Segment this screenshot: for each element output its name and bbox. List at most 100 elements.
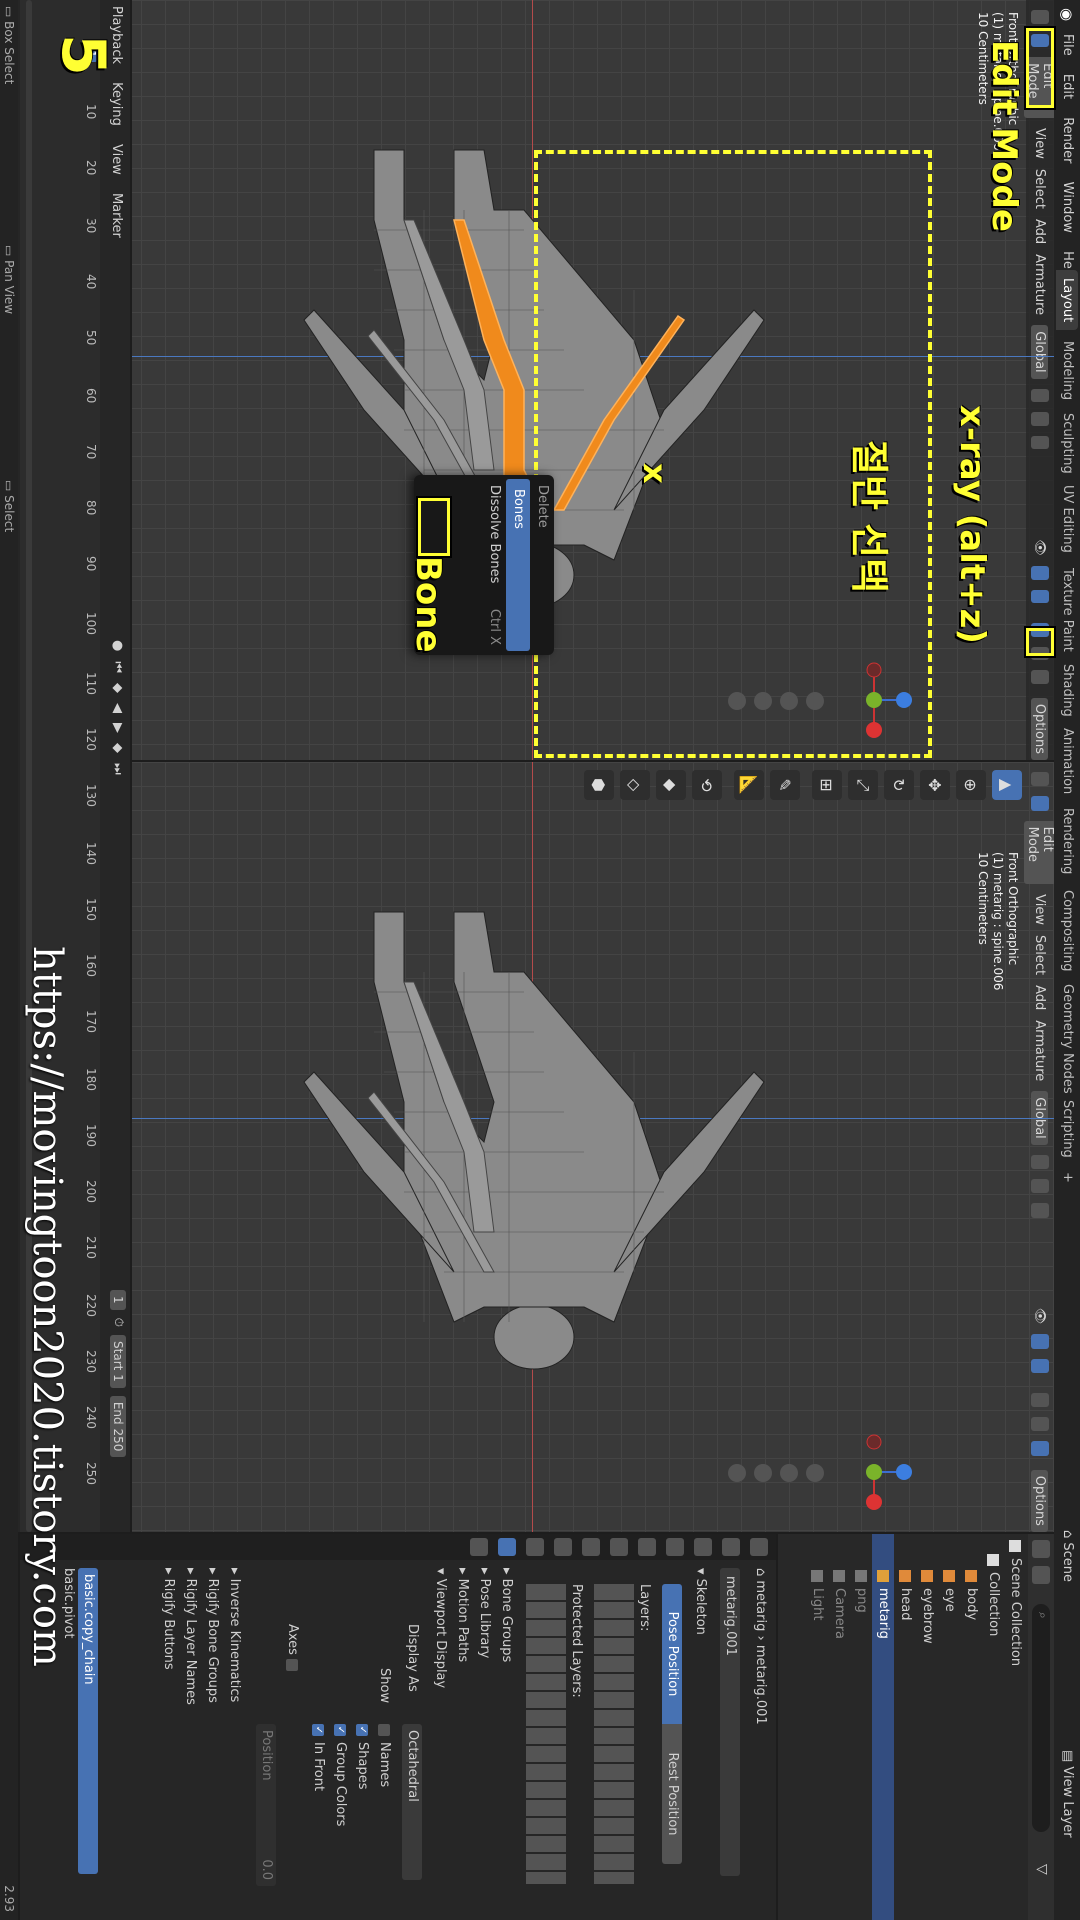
next-key-icon[interactable]: ◆ xyxy=(110,743,125,753)
armature-data-tab-icon[interactable] xyxy=(498,1538,516,1556)
select-menu[interactable]: Select xyxy=(1033,935,1048,975)
add-workspace-button[interactable]: + xyxy=(1056,1164,1078,1191)
tool-tab-icon[interactable] xyxy=(750,1538,768,1556)
rest-position-button[interactable]: Rest Position xyxy=(662,1724,682,1864)
tab-geometry-nodes[interactable]: Geometry Nodes xyxy=(1056,976,1078,1102)
zoom-icon[interactable] xyxy=(806,1464,824,1482)
jump-start-icon[interactable]: ⏮ xyxy=(110,661,125,673)
gizmo-icon[interactable] xyxy=(1031,1334,1049,1349)
shading-solid-icon[interactable] xyxy=(1031,670,1049,684)
tab-modeling[interactable]: Modeling xyxy=(1056,333,1078,408)
display-mode-icon[interactable] xyxy=(1032,1566,1050,1584)
dissolve-bones-item[interactable]: Dissolve Bones Ctrl X xyxy=(482,475,506,655)
object-tab-icon[interactable] xyxy=(582,1538,600,1556)
motion-paths-panel[interactable]: ▸ Motion Paths xyxy=(455,1568,470,1662)
axes-checkbox[interactable]: Axes xyxy=(285,1624,300,1677)
outliner-editor-icon[interactable] xyxy=(1032,1540,1050,1558)
scene-collection-row[interactable]: Scene Collection xyxy=(1004,1534,1026,1920)
tab-compositing[interactable]: Compositing xyxy=(1056,882,1078,980)
bone-envelope-tool[interactable]: ◇ xyxy=(620,770,650,800)
tab-scripting[interactable]: Scripting xyxy=(1056,1092,1078,1166)
gizmo-icon[interactable] xyxy=(1031,565,1049,580)
show-in-front-checkbox[interactable]: ✓ In Front xyxy=(311,1724,326,1791)
outliner-row[interactable]: Collection xyxy=(982,1534,1004,1920)
filter-icon[interactable]: ▽ xyxy=(1034,1864,1050,1875)
view-layer-selector[interactable]: ▤ View Layer xyxy=(1060,1750,1075,1838)
outliner-search-input[interactable]: ⌕ xyxy=(1032,1604,1050,1832)
roll-tool[interactable]: ⟲ xyxy=(692,770,722,800)
skeleton-panel-header[interactable]: ▾ Skeleton xyxy=(693,1568,708,1635)
menu-file[interactable]: File xyxy=(1060,34,1075,56)
select-menu[interactable]: Select xyxy=(1033,169,1048,209)
snap-icon[interactable] xyxy=(1031,412,1049,426)
tab-rendering[interactable]: Rendering xyxy=(1056,800,1078,882)
tab-uv-editing[interactable]: UV Editing xyxy=(1056,477,1078,561)
scale-tool[interactable]: ⤢ xyxy=(848,770,878,800)
mode-selector[interactable]: Edit Mode xyxy=(1024,820,1054,885)
cursor-tool[interactable]: ⊕ xyxy=(956,770,986,800)
timeline-view-menu[interactable]: View xyxy=(109,144,124,175)
transform-orientation[interactable]: Global xyxy=(1031,325,1049,379)
overlay-icon[interactable] xyxy=(1031,1358,1049,1373)
rotate-tool[interactable]: ↻ xyxy=(884,770,914,800)
render-tab-icon[interactable] xyxy=(722,1538,740,1556)
view-menu[interactable]: View xyxy=(1033,894,1048,925)
editor-type-icon[interactable] xyxy=(1031,772,1049,787)
tab-texture-paint[interactable]: Texture Paint xyxy=(1056,560,1078,660)
navigation-gizmo[interactable] xyxy=(834,1432,914,1512)
outliner-row[interactable]: head xyxy=(894,1534,916,1920)
snap-icon[interactable] xyxy=(1031,1179,1049,1194)
protected-layers-grid[interactable] xyxy=(526,1584,566,1884)
position-field[interactable]: Position 0.0 xyxy=(256,1724,276,1886)
outliner-row[interactable]: png xyxy=(850,1534,872,1920)
display-as-select[interactable]: Octahedral xyxy=(402,1724,422,1880)
editor-type-icon[interactable] xyxy=(1031,10,1049,24)
transform-tool[interactable]: ⊞ xyxy=(812,770,842,800)
overlay-icon[interactable] xyxy=(1031,589,1049,604)
outliner-row[interactable]: eyebrow xyxy=(916,1534,938,1920)
outliner-row[interactable]: Light xyxy=(806,1534,828,1920)
outliner-row[interactable]: body xyxy=(960,1534,982,1920)
modifier-tab-icon[interactable] xyxy=(554,1538,572,1556)
tab-animation[interactable]: Animation xyxy=(1056,720,1078,802)
bone-size-tool[interactable]: ◆ xyxy=(656,770,686,800)
marker-menu[interactable]: Marker xyxy=(109,193,124,238)
outliner-row-selected[interactable]: metarig xyxy=(872,1534,894,1920)
menu-edit[interactable]: Edit xyxy=(1060,74,1075,99)
show-group-colors-checkbox[interactable]: ✓ Group Colors xyxy=(333,1724,348,1826)
record-icon[interactable]: ● xyxy=(110,640,125,651)
bone-tab-icon[interactable] xyxy=(470,1538,488,1556)
play-reverse-icon[interactable]: ◀ xyxy=(110,703,125,713)
xray-toggle-icon[interactable] xyxy=(1031,1392,1049,1408)
add-menu[interactable]: Add xyxy=(1033,219,1048,244)
constraint-tab-icon[interactable] xyxy=(526,1538,544,1556)
tab-layout[interactable]: Layout xyxy=(1056,270,1078,331)
inverse-kinematics-panel[interactable]: ▸ Inverse Kinematics xyxy=(227,1568,242,1702)
viewport-right[interactable]: Edit Mode View Select Add Armature Globa… xyxy=(132,762,1054,1532)
shading-solid-icon[interactable] xyxy=(1031,1441,1049,1456)
zoom-icon[interactable] xyxy=(806,692,824,710)
move-tool[interactable]: ✥ xyxy=(920,770,950,800)
shading-wire-icon[interactable] xyxy=(1031,1417,1049,1432)
pivot-icon[interactable] xyxy=(1031,388,1049,403)
ortho-toggle-icon[interactable] xyxy=(728,692,746,710)
rigify-buttons-panel[interactable]: ▸ Rigify Buttons xyxy=(161,1568,176,1670)
armature-menu[interactable]: Armature xyxy=(1033,254,1048,315)
visibility-icon[interactable]: 👁 xyxy=(1033,539,1048,556)
rig-type-item[interactable]: basic.copy_chain xyxy=(78,1568,98,1874)
rigify-layer-names-panel[interactable]: ▸ Rigify Layer Names xyxy=(183,1568,198,1705)
proportional-edit-icon[interactable] xyxy=(1031,1203,1049,1218)
pose-library-panel[interactable]: ▸ Pose Library xyxy=(477,1568,492,1658)
bone-groups-panel[interactable]: ▸ Bone Groups xyxy=(499,1568,514,1662)
select-box-tool[interactable]: ▲ xyxy=(992,770,1022,800)
camera-view-icon[interactable] xyxy=(754,1464,772,1482)
proportional-edit-icon[interactable] xyxy=(1031,435,1049,450)
viewport-left[interactable]: Edit Mode View Select Add Armature Globa… xyxy=(132,0,1054,760)
options-button[interactable]: Options xyxy=(1031,697,1049,760)
pose-position-button[interactable]: Pose Position xyxy=(662,1584,682,1724)
menu-window[interactable]: Window xyxy=(1060,182,1075,233)
camera-view-icon[interactable] xyxy=(754,692,772,710)
delete-bones-item[interactable]: Bones xyxy=(506,479,530,651)
viewport-display-panel[interactable]: ▾ Viewport Display xyxy=(433,1568,448,1688)
pan-icon[interactable] xyxy=(780,692,798,710)
